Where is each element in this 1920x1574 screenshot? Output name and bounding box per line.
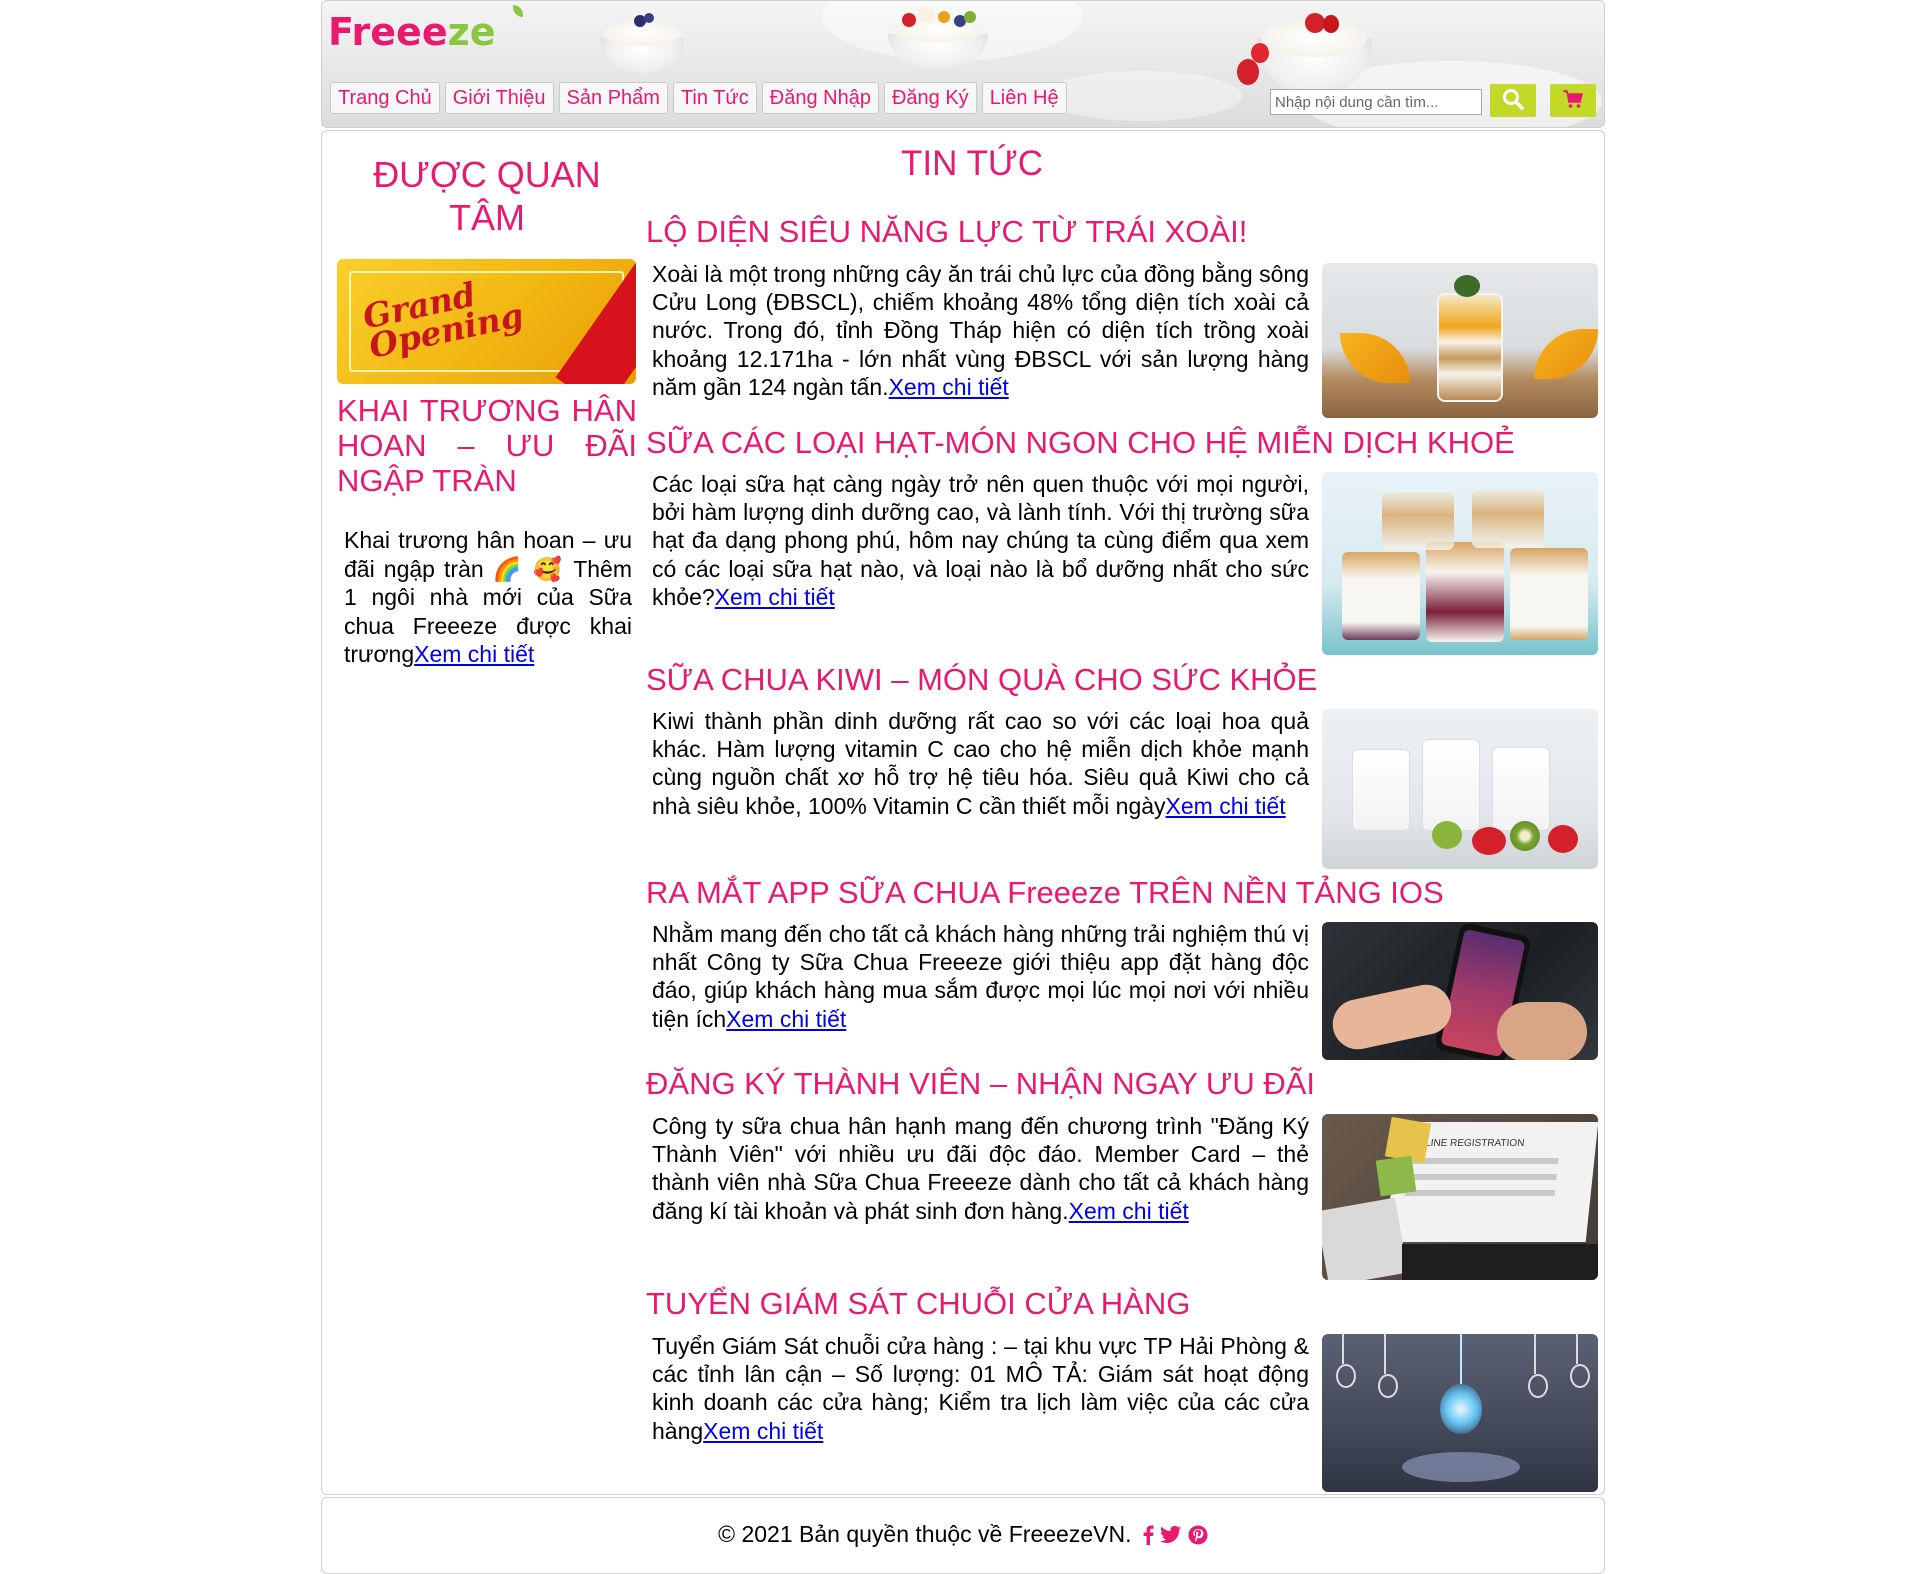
main-content: ĐƯỢC QUAN TÂM Grand Opening KHAI TRƯƠNG … <box>321 130 1605 1495</box>
article-text: Nhằm mang đến cho tất cả khách hàng nhữn… <box>652 921 1309 1032</box>
cart-icon <box>1563 90 1583 108</box>
site-logo[interactable]: Freeeze <box>328 5 523 55</box>
search-icon <box>1503 89 1524 110</box>
article-title[interactable]: LỘ DIỆN SIÊU NĂNG LỰC TỪ TRÁI XOÀI! <box>646 214 1247 250</box>
search-button[interactable] <box>1490 84 1536 117</box>
article-title[interactable]: SỮA CÁC LOẠI HẠT-MÓN NGON CHO HỆ MIỄN DỊ… <box>646 425 1515 461</box>
nav-item-login[interactable]: Đăng Nhập <box>761 82 879 114</box>
nav-item-contact[interactable]: Liên Hệ <box>981 82 1067 114</box>
sidebar-post-text: Khai trương hân hoan – ưu đãi ngập tràn … <box>344 527 632 667</box>
social-links <box>1142 1523 1208 1551</box>
nav-item-about[interactable]: Giới Thiệu <box>444 82 554 114</box>
sidebar-read-more-link[interactable]: Xem chi tiết <box>414 641 534 667</box>
site-header: Freeeze Trang Chủ Giới Thiệu Sản Phẩm Ti… <box>321 0 1605 128</box>
nav-item-register[interactable]: Đăng Ký <box>883 82 977 114</box>
article-text: Công ty sữa chua hân hạnh mang đến chươn… <box>652 1113 1309 1224</box>
facebook-icon[interactable] <box>1142 1523 1154 1551</box>
copyright-text: © 2021 Bản quyền thuộc về FreeezeVN. <box>718 1521 1132 1547</box>
search-input[interactable] <box>1270 89 1482 115</box>
article-read-more-link[interactable]: Xem chi tiết <box>1166 793 1286 819</box>
article-title[interactable]: TUYỂN GIÁM SÁT CHUỖI CỬA HÀNG <box>646 1286 1190 1322</box>
twitter-icon[interactable] <box>1159 1523 1182 1551</box>
sidebar-post-title[interactable]: KHAI TRƯƠNG HÂN HOAN – ƯU ĐÃI NGẬP TRÀN <box>337 393 637 498</box>
nav-item-news[interactable]: Tin Tức <box>672 82 757 114</box>
article-image-mobile-app[interactable] <box>1322 922 1598 1060</box>
article-text: Xoài là một trong những cây ăn trái chủ … <box>652 261 1309 400</box>
strawberry-yogurt-bowl-image <box>1237 1 1372 97</box>
pinterest-icon[interactable] <box>1188 1523 1208 1551</box>
article-image-nut-yogurt[interactable] <box>1322 472 1598 655</box>
article-read-more-link[interactable]: Xem chi tiết <box>726 1006 846 1032</box>
article-read-more-link[interactable]: Xem chi tiết <box>889 374 1009 400</box>
article-image-lightbulbs[interactable] <box>1322 1334 1598 1492</box>
article-text: Kiwi thành phần dinh dưỡng rất cao so vớ… <box>652 708 1309 819</box>
news-section-title: TIN TỨC <box>900 144 1044 183</box>
yogurt-bowl-image <box>600 7 684 75</box>
article-title[interactable]: RA MẮT APP SỮA CHUA Freeeze TRÊN NỀN TẢN… <box>646 875 1444 911</box>
article-image-online-registration[interactable]: ONLINE REGISTRATION <box>1322 1114 1598 1280</box>
nav-item-products[interactable]: Sản Phẩm <box>558 82 668 114</box>
article-read-more-link[interactable]: Xem chi tiết <box>715 584 835 610</box>
leaf-icon <box>513 5 523 17</box>
nav-item-home[interactable]: Trang Chủ <box>330 82 440 114</box>
site-footer: © 2021 Bản quyền thuộc về FreeezeVN. <box>321 1497 1605 1574</box>
article-title[interactable]: ĐĂNG KÝ THÀNH VIÊN – NHẬN NGAY ƯU ĐÃI <box>646 1066 1315 1102</box>
fruit-yogurt-bowl-image <box>888 3 988 71</box>
article-text: Các loại sữa hạt càng ngày trở nên quen … <box>652 471 1309 610</box>
copyright-line: © 2021 Bản quyền thuộc về FreeezeVN. <box>322 1520 1604 1551</box>
cart-button[interactable] <box>1550 84 1596 117</box>
sidebar-title: ĐƯỢC QUAN TÂM <box>373 154 601 238</box>
article-image-mango-parfait[interactable] <box>1322 263 1598 418</box>
grand-opening-image[interactable]: Grand Opening <box>337 259 636 384</box>
article-title[interactable]: SỮA CHUA KIWI – MÓN QUÀ CHO SỨC KHỎE <box>646 662 1317 698</box>
article-image-kiwi-yogurt[interactable] <box>1322 709 1598 869</box>
article-read-more-link[interactable]: Xem chi tiết <box>703 1418 823 1444</box>
article-text: Tuyển Giám Sát chuỗi cửa hàng : – tại kh… <box>652 1333 1309 1444</box>
main-nav: Trang Chủ Giới Thiệu Sản Phẩm Tin Tức Đă… <box>330 82 1067 116</box>
article-read-more-link[interactable]: Xem chi tiết <box>1069 1198 1189 1224</box>
